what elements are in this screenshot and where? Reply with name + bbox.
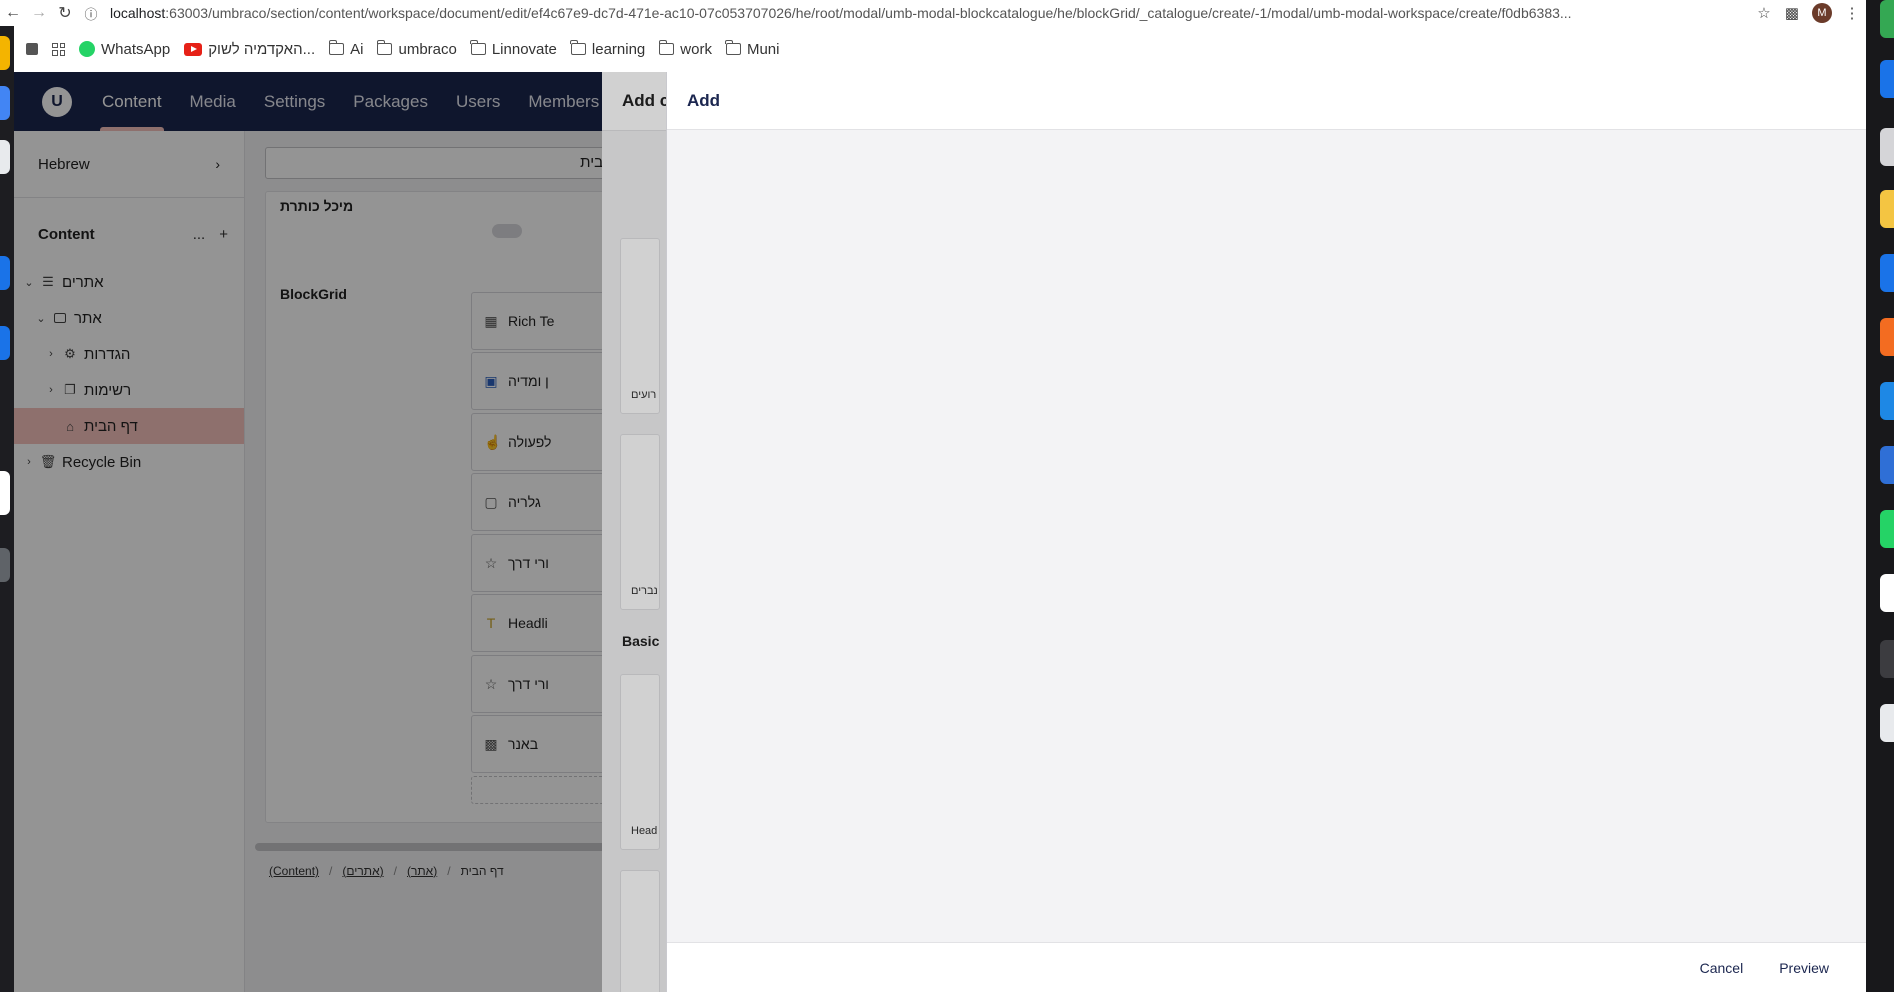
folder-icon [658,40,675,55]
umbraco-backoffice: U Content Media Settings Packages Users … [14,72,1866,992]
bookmark-folder-learning[interactable]: learning [570,40,646,58]
extensions-icon[interactable]: ▩ [1778,0,1806,26]
dock-app-icon[interactable] [1880,254,1894,292]
desktop-dock-left [0,26,14,992]
dock-app-icon[interactable] [1880,574,1894,612]
modal-footer: Cancel Preview [667,942,1866,992]
bookmark-label: WhatsApp [101,40,171,58]
folder-icon [570,40,586,55]
dock-app-icon[interactable] [1880,0,1894,38]
bookmark-academy[interactable]: האקדמיה לשוק... [184,41,315,58]
forward-arrow-icon[interactable]: → [26,0,52,26]
apps-square-icon[interactable] [26,43,38,55]
dock-app-icon[interactable] [1880,640,1894,678]
dock-app-icon[interactable] [0,326,10,360]
bookmark-label: Muni [746,40,780,58]
bookmark-folder-ai[interactable]: Ai [328,40,364,58]
dock-app-icon[interactable] [1880,60,1894,98]
apps-grid-icon[interactable] [52,42,65,56]
bookmark-folder-muni[interactable]: Muni [725,40,780,58]
reload-icon[interactable]: ↻ [52,0,78,26]
bookmark-folder-work[interactable]: work [658,40,712,58]
folder-icon [725,40,741,55]
dock-app-icon[interactable] [0,86,10,120]
modal-title: Add [687,90,721,110]
bookmark-label: Linnovate [491,40,557,58]
dock-app-icon[interactable] [0,140,10,174]
youtube-icon [184,42,203,56]
preview-button[interactable]: Preview [1761,952,1847,984]
folder-icon [328,40,345,55]
dock-app-icon[interactable] [1880,704,1894,742]
whatsapp-icon [79,41,95,57]
dock-app-icon[interactable] [1880,510,1894,548]
bookmark-label: האקדמיה לשוק... [208,40,316,58]
bookmark-whatsapp[interactable]: WhatsApp [79,41,170,58]
site-info-icon[interactable]: ⓘ [78,0,104,26]
dock-app-icon[interactable] [1880,128,1894,166]
bookmark-label: umbraco [398,40,457,58]
modal-header: Add [667,72,1866,130]
dock-app-icon[interactable] [1880,446,1894,484]
profile-avatar[interactable]: M [1812,3,1832,23]
back-arrow-icon[interactable]: ← [0,0,26,26]
dock-app-icon[interactable] [1880,382,1894,420]
desktop-dock-right [1866,0,1894,992]
bookmark-folder-linnovate[interactable]: Linnovate [470,40,557,58]
browser-menu-icon[interactable]: ⋮ [1838,0,1866,26]
dock-app-icon[interactable] [0,548,10,582]
bookmark-label: learning [591,40,646,58]
cancel-button[interactable]: Cancel [1682,952,1762,984]
url-field[interactable]: localhost:63003/umbraco/section/content/… [104,5,1750,21]
bookmark-label: Ai [350,40,364,58]
browser-address-bar: ← → ↻ ⓘ localhost:63003/umbraco/section/… [0,0,1866,26]
dock-app-icon[interactable] [0,256,10,290]
bookmark-star-icon[interactable]: ☆ [1750,0,1778,26]
folder-icon [376,40,393,55]
dock-app-icon[interactable] [0,36,10,70]
dock-app-icon[interactable] [0,471,10,515]
block-workspace-modal: Add Cancel Preview [666,72,1866,992]
url-host: localhost [110,5,166,21]
bookmark-folder-umbraco[interactable]: umbraco [376,40,457,58]
url-path: :63003/umbraco/section/content/workspace… [165,5,1572,21]
dock-app-icon[interactable] [1880,318,1894,356]
bookmarks-bar: WhatsApp האקדמיה לשוק... Ai umbraco Linn… [0,26,1866,72]
folder-icon [470,40,486,55]
dock-app-icon[interactable] [1880,190,1894,228]
bookmark-label: work [680,40,712,58]
